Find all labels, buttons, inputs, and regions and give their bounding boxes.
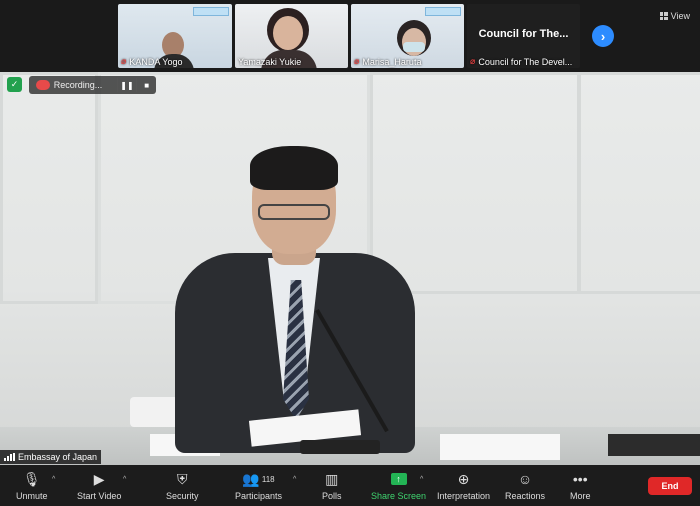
mic-muted-icon: ⌀ [354, 56, 360, 66]
security-button[interactable]: ⛨ Security [166, 469, 199, 502]
pause-icon: ❚❚ [120, 80, 134, 90]
participants-options-caret[interactable]: ^ [293, 476, 296, 483]
participant-name: Yamazaki Yukie [238, 57, 302, 67]
interpretation-button[interactable]: ⊕ Interpretation [437, 469, 490, 502]
recording-indicator: Recording... ❚❚ ■ [29, 76, 156, 94]
view-label: View [670, 11, 690, 21]
bar-chart-icon: ▥ [325, 470, 339, 487]
polls-button[interactable]: ▥ Polls [322, 469, 342, 502]
view-button[interactable]: View [659, 11, 690, 21]
next-page-button[interactable]: › [592, 25, 614, 47]
background-banner [193, 7, 229, 16]
video-off-icon: ▶ [93, 470, 105, 487]
reactions-button[interactable]: ☺ Reactions [505, 469, 545, 501]
mic-muted-icon: ⌀ [470, 56, 476, 66]
pause-recording-button[interactable]: ❚❚ [116, 78, 137, 92]
stop-icon: ■ [144, 80, 150, 90]
meeting-toolbar: 🎙 Unmute ^ ▶ Start Video ^ ⛨ Security 👥 … [0, 465, 700, 506]
video-options-caret[interactable]: ^ [123, 476, 126, 483]
participant-tile[interactable]: ⌀ Marisa_Haruta [351, 4, 464, 68]
participant-name: KANDA Yogo [129, 56, 183, 67]
audio-options-caret[interactable]: ^ [52, 476, 55, 483]
speaker-name-tag: Embassay of Japan [0, 450, 102, 464]
participants-icon: 👥 [242, 470, 260, 487]
background-banner [425, 7, 461, 16]
participant-tile[interactable]: Council for The... ⌀ Council for The Dev… [467, 4, 580, 68]
mic-muted-icon: ⌀ [121, 56, 127, 66]
smiley-icon: ☺ [517, 471, 533, 487]
share-screen-button[interactable]: ↑ Share Screen [371, 469, 426, 501]
participant-tile[interactable]: Yamazaki Yukie [235, 4, 348, 68]
participant-name: Council for The Devel... [478, 56, 573, 67]
microphone-muted-icon: 🎙 [22, 470, 41, 487]
unmute-button[interactable]: 🎙 Unmute [16, 469, 48, 502]
signal-bars-icon [4, 453, 15, 461]
participant-title: Council for The... [478, 28, 569, 40]
participant-tile[interactable]: ⌀ KANDA Yogo [118, 4, 232, 68]
speaker-name: Embassay of Japan [18, 452, 98, 462]
recording-label: Recording... [53, 80, 103, 90]
globe-icon: ⊕ [457, 470, 470, 487]
grid-icon [659, 12, 668, 20]
participants-count: 118 [261, 474, 275, 484]
share-screen-icon: ↑ [390, 473, 407, 485]
participants-button[interactable]: 👥 118 Participants [235, 469, 282, 502]
participant-strip: ⌀ KANDA Yogo Yamazaki Yukie ⌀ Marisa_Har… [0, 0, 700, 72]
stop-recording-button[interactable]: ■ [136, 78, 156, 92]
start-video-button[interactable]: ▶ Start Video [77, 469, 121, 502]
more-button[interactable]: ••• More [570, 469, 591, 501]
cloud-record-icon [36, 80, 50, 90]
face-mask [403, 42, 425, 52]
speaker-glasses [258, 204, 330, 220]
end-meeting-button[interactable]: End [648, 477, 692, 495]
encryption-shield-icon[interactable]: ✓ [7, 77, 22, 92]
share-options-caret[interactable]: ^ [420, 476, 423, 483]
ellipsis-icon: ••• [572, 471, 588, 487]
participant-name: Marisa_Haruta [362, 56, 422, 67]
chevron-right-icon: › [600, 28, 606, 44]
shield-icon: ⛨ [177, 470, 188, 487]
